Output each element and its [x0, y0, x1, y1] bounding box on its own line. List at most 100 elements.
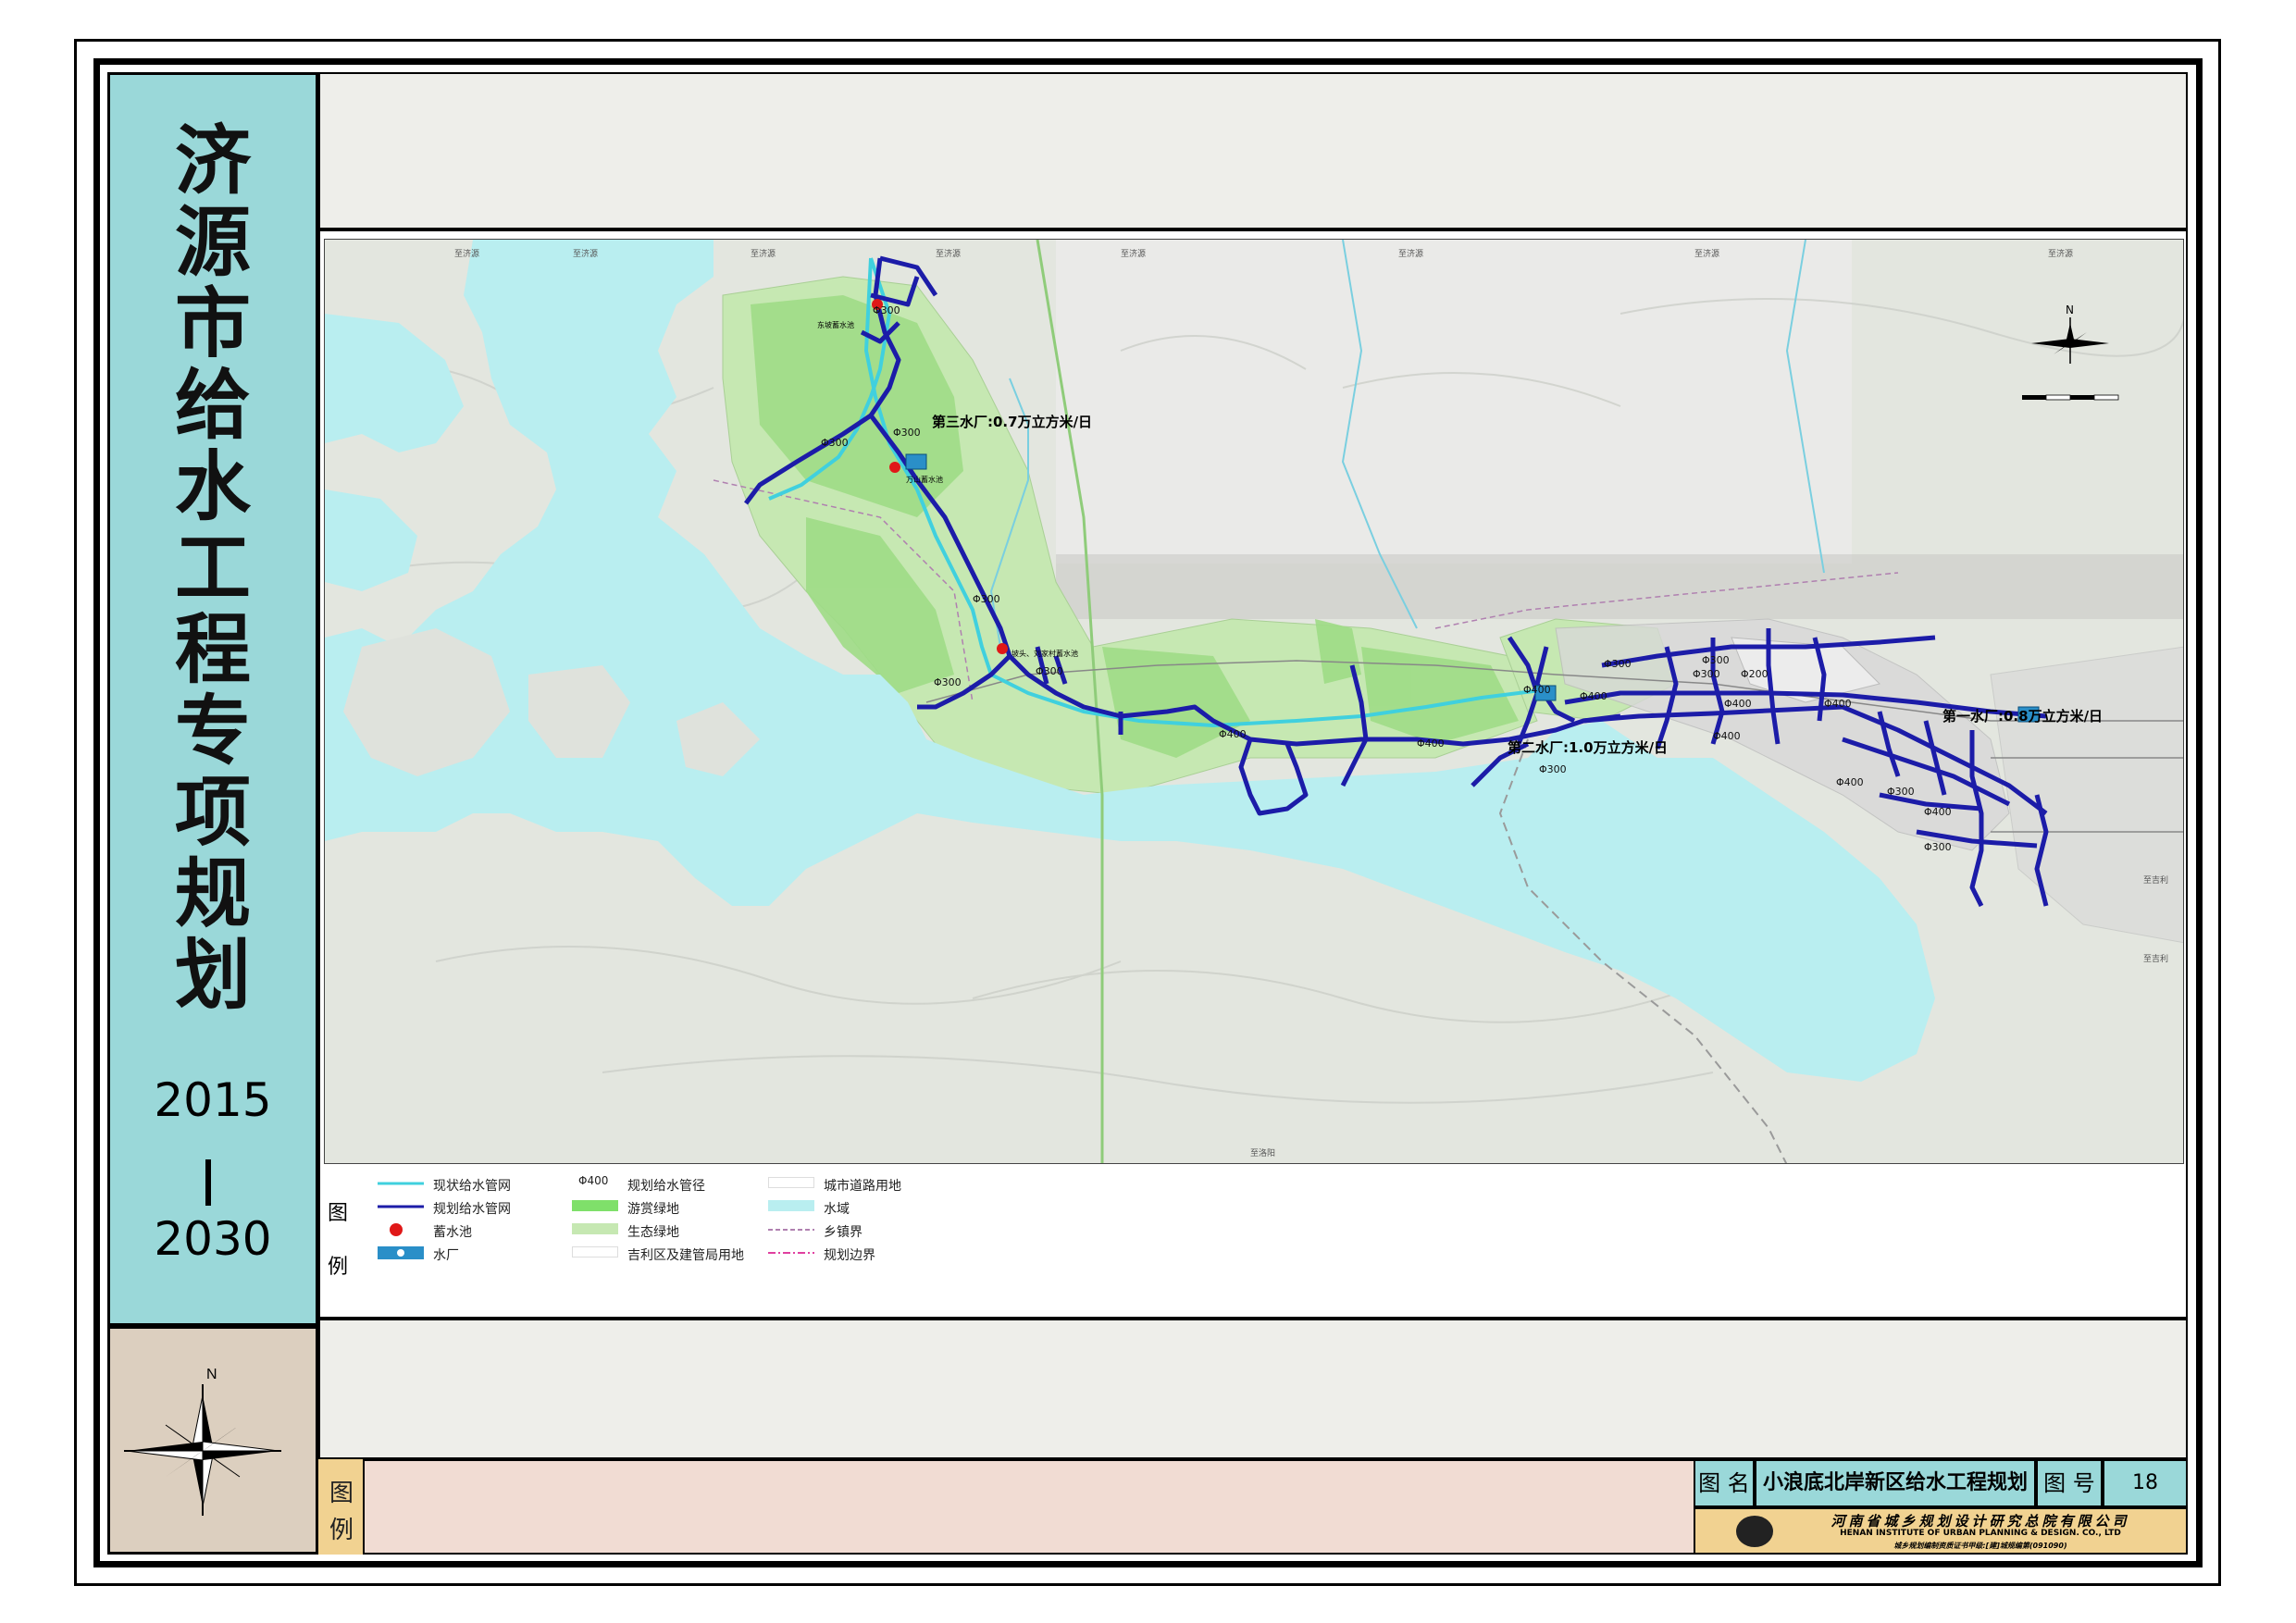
- road-land-swatch: [768, 1177, 814, 1188]
- legend-label: 城市道路用地: [824, 1179, 901, 1194]
- edge-label: 至济源: [2048, 248, 2073, 259]
- map-canvas: 第三水厂:0.7万立方米/日 第二水厂:1.0万立方米/日 第一水厂:0.8万立…: [324, 239, 2184, 1164]
- edge-label: 至济源: [1398, 248, 1423, 259]
- legend-label: 蓄水池: [433, 1225, 472, 1240]
- tourism-green-swatch: [572, 1200, 618, 1211]
- pipe-diameter-label: Φ300: [1539, 763, 1567, 775]
- pipe-diameter-label: Φ400: [1523, 684, 1551, 696]
- reservoir-label: 东坡蓄水池: [817, 320, 854, 329]
- planning-boundary-icon: [768, 1252, 814, 1254]
- pipe-diameter-label: Φ300: [973, 593, 1000, 605]
- pipe-diameter-label: Φ400: [1724, 698, 1752, 710]
- title-char: 给: [174, 361, 251, 450]
- institute-name-en: HENAN INSTITUTE OF URBAN PLANNING & DESI…: [1840, 1529, 2121, 1538]
- map-north-label: N: [2066, 304, 2074, 316]
- water-plant-icon: [378, 1246, 424, 1259]
- jili-land-swatch: [572, 1246, 618, 1258]
- compass-panel: N: [107, 1326, 318, 1555]
- pipe-diameter-label: Φ300: [1604, 658, 1632, 670]
- pipe-diameter-label: Φ300: [1702, 654, 1730, 666]
- title-char: 规: [174, 849, 251, 938]
- pipe-diameter-label: Φ200: [1741, 668, 1769, 680]
- edge-label: 至洛阳: [1250, 1147, 1275, 1158]
- drawing-number: 18: [2103, 1459, 2188, 1507]
- pipe-diameter-label: Φ400: [1219, 728, 1247, 740]
- edge-label: 至济源: [454, 248, 479, 259]
- pipe-diameter-label: Φ400: [1836, 776, 1864, 788]
- ecology-green-swatch: [572, 1223, 618, 1234]
- institute-name-cn: 河南省城乡规划设计研究总院有限公司: [1831, 1513, 2130, 1530]
- legend-label: 规划边界: [824, 1248, 875, 1263]
- legend-heading-char: 例: [328, 1256, 349, 1279]
- scale-bar: [2022, 394, 2119, 401]
- vertical-title: 济 源 市 给 水 工 程 专 项 规 划: [107, 120, 318, 1016]
- title-char: 程: [174, 605, 251, 694]
- title-char: 水: [174, 442, 251, 531]
- header-strip: [318, 72, 2188, 229]
- compass-rose-icon: N: [124, 1367, 281, 1516]
- institute-certificate: 城乡规划编制资质证书甲级:[建]城规编第(091090): [1893, 1542, 2067, 1550]
- drawing-name-label: 图 名: [1694, 1459, 1755, 1507]
- pipe-diameter-label: Φ300: [821, 437, 849, 449]
- water-supply-map: 第三水厂:0.7万立方米/日 第二水厂:1.0万立方米/日 第一水厂:0.8万立…: [325, 240, 2183, 1163]
- bottom-legend-char: 图: [329, 1480, 354, 1507]
- title-char: 济: [174, 117, 251, 205]
- pipe-diameter-label: Φ300: [1887, 786, 1915, 798]
- bottom-legend-char: 例: [329, 1517, 354, 1544]
- pipe-diameter-label: Φ400: [1924, 806, 1952, 818]
- existing-pipe-line-icon: [378, 1182, 424, 1185]
- edge-label: 至济源: [1694, 248, 1719, 259]
- title-char: 源: [174, 198, 251, 287]
- pipe-diameter-label: Φ400: [1713, 730, 1741, 742]
- legend-label: 现状给水管网: [433, 1179, 511, 1194]
- notes-strip: [318, 1319, 2188, 1459]
- pipe-diameter-label: Φ300: [1036, 665, 1063, 677]
- hillshade-band: [1056, 554, 2183, 619]
- edge-label: 至济源: [1121, 248, 1146, 259]
- edge-label: 至济源: [573, 248, 598, 259]
- title-char: 划: [174, 931, 251, 1020]
- legend-label: 水厂: [433, 1248, 459, 1263]
- institute-logo-icon: [1736, 1516, 1773, 1547]
- pipe-diameter-label: Φ400: [1417, 737, 1445, 750]
- bottom-legend-tab: 图 例: [318, 1459, 365, 1555]
- plant-label-2: 第二水厂:1.0万立方米/日: [1508, 739, 1668, 756]
- legend-label: 水域: [824, 1202, 850, 1217]
- legend-label: 生态绿地: [627, 1225, 679, 1240]
- pipe-diameter-label: Φ400: [1580, 690, 1607, 702]
- edge-label: 至吉利: [2143, 874, 2168, 886]
- pipe-diameter-label: Φ300: [893, 427, 921, 439]
- pipe-diameter-label: Φ300: [934, 676, 962, 688]
- pipe-diameter-label: Φ300: [1693, 668, 1720, 680]
- legend-label: 吉利区及建管局用地: [627, 1248, 744, 1263]
- year-end: 2030: [154, 1212, 272, 1266]
- planned-pipe-line-icon: [378, 1205, 424, 1208]
- plant-label-3: 第三水厂:0.7万立方米/日: [932, 414, 1092, 430]
- title-char: 专: [174, 687, 251, 775]
- edge-label: 至吉利: [2143, 953, 2168, 964]
- pipe-diameter-symbol: Φ400: [578, 1174, 609, 1187]
- edge-label: 至济源: [936, 248, 961, 259]
- terrain-upper: [1056, 240, 1852, 564]
- legend-label: 游赏绿地: [627, 1202, 679, 1217]
- pipe-diameter-label: Φ300: [873, 304, 900, 316]
- year-start: 2015: [154, 1073, 272, 1127]
- legend-label: 规划给水管径: [627, 1179, 705, 1194]
- reservoir-dot-icon: [390, 1223, 403, 1236]
- legend-heading-char: 图: [328, 1202, 349, 1225]
- plant-label-1: 第一水厂:0.8万立方米/日: [1942, 708, 2103, 725]
- title-char: 项: [174, 768, 251, 857]
- reservoir-label: 万山蓄水池: [906, 475, 943, 484]
- drawing-number-label: 图 号: [2036, 1459, 2103, 1507]
- legend-label: 规划给水管网: [433, 1202, 511, 1217]
- year-separator: [205, 1159, 211, 1206]
- reservoir-label: 坡头、刘家村蓄水池: [1011, 649, 1078, 658]
- township-boundary-icon: [768, 1229, 814, 1231]
- water-area-swatch: [768, 1200, 814, 1211]
- edge-label: 至济源: [751, 248, 776, 259]
- drawing-name: 小浪底北岸新区给水工程规划图: [1755, 1459, 2036, 1539]
- pipe-diameter-label: Φ300: [1924, 841, 1952, 853]
- compass-north-label: N: [206, 1367, 217, 1382]
- legend-label: 乡镇界: [824, 1225, 863, 1240]
- title-char: 市: [174, 279, 251, 368]
